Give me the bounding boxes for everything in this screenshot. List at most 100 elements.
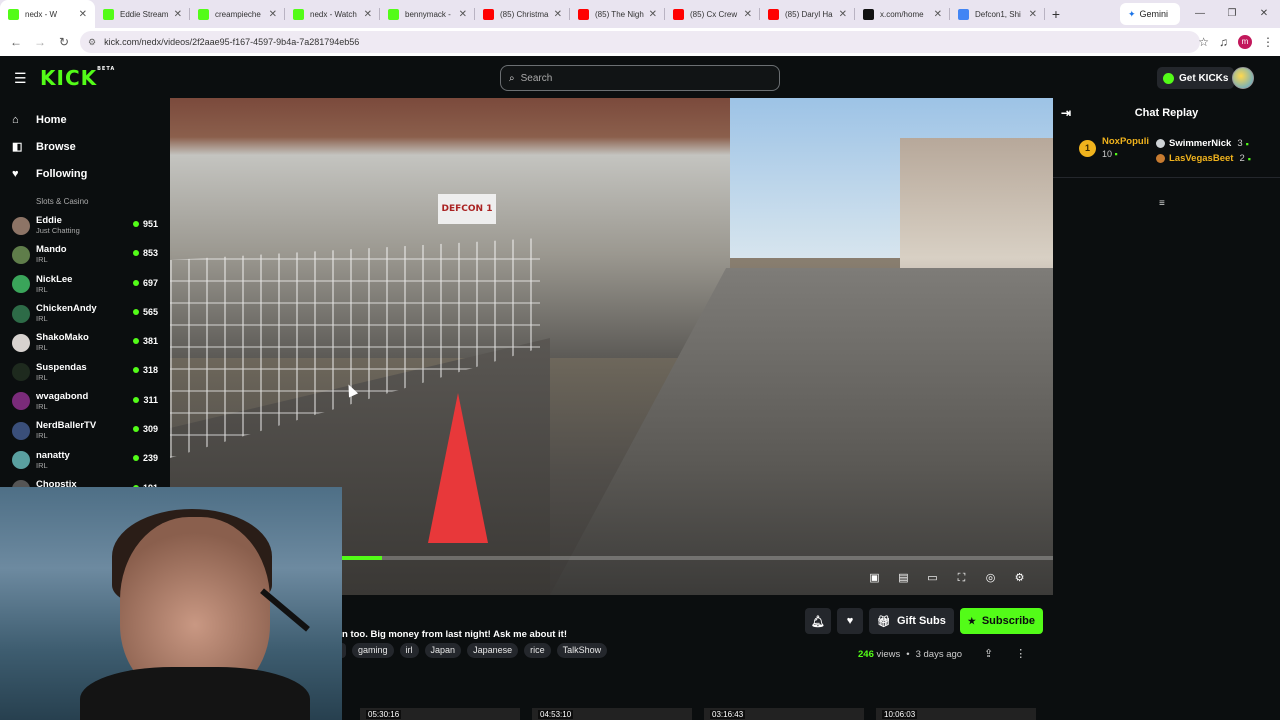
gift-subs-button[interactable]: 🎁︎ Gift Subs	[869, 608, 954, 634]
browser-tab[interactable]: Eddie Stream ✕	[95, 0, 190, 28]
browser-menu-icon[interactable]: ⋮	[1262, 35, 1274, 49]
close-tab-icon[interactable]: ✕	[839, 9, 847, 20]
minimize-icon[interactable]: —	[1184, 0, 1216, 28]
gift-icon: ▪	[1247, 153, 1251, 164]
expand-leaderboard-icon[interactable]: ≡	[1159, 198, 1165, 209]
media-controls-icon[interactable]: ♫	[1219, 35, 1228, 49]
browser-tab[interactable]: nedx - W ✕	[0, 0, 95, 28]
browser-tab[interactable]: (85) The Nigh ✕	[570, 0, 665, 28]
playback-speed-icon[interactable]: ◎	[982, 570, 999, 587]
close-tab-icon[interactable]: ✕	[1029, 9, 1037, 20]
tag-irl[interactable]: irl	[399, 643, 419, 658]
star-icon: ★	[967, 615, 976, 626]
related-video-thumbnail[interactable]: 05:30:16	[360, 708, 520, 720]
url-field[interactable]: ⚙ kick.com/nedx/videos/2f2aae95-f167-459…	[80, 31, 1200, 53]
close-tab-icon[interactable]: ✕	[934, 9, 942, 20]
new-tab-button[interactable]: +	[1045, 6, 1067, 22]
tag-japanese[interactable]: Japanese	[467, 643, 519, 658]
browser-tab[interactable]: (85) Christma ✕	[475, 0, 570, 28]
browser-tab[interactable]: (85) Daryl Ha ✕	[760, 0, 855, 28]
fullscreen-icon[interactable]: ⛶	[953, 570, 970, 587]
tag-gaming[interactable]: gaming	[352, 643, 394, 658]
user-avatar[interactable]	[1232, 67, 1254, 89]
close-tab-icon[interactable]: ✕	[364, 9, 372, 20]
browser-tab[interactable]: Defcon1, Shi ✕	[950, 0, 1045, 28]
subscribe-button[interactable]: ★ Subscribe	[959, 608, 1043, 634]
live-dot-icon	[132, 221, 139, 227]
sidebar-item-following[interactable]: ♥ Following	[0, 160, 170, 187]
browser-tab[interactable]: (85) Cx Crew ✕	[665, 0, 760, 28]
channel-item[interactable]: ChickenAndy IRL 565	[0, 299, 170, 328]
tag-rice[interactable]: rice	[524, 643, 551, 658]
close-tab-icon[interactable]: ✕	[79, 9, 87, 20]
leaderboard-row[interactable]: SwimmerNick 3 ▪	[1156, 136, 1251, 151]
video-duration: 05:30:16	[366, 710, 402, 719]
restore-icon[interactable]: ❐	[1216, 0, 1248, 28]
leaderboard-top[interactable]: NoxPopuli 10 ▪	[1102, 136, 1149, 159]
tag-partial[interactable]	[342, 643, 346, 658]
site-info-icon[interactable]: ⚙	[88, 37, 96, 48]
search-input[interactable]: ⌕ Search	[500, 65, 780, 91]
notify-button[interactable]: 🔔︎	[805, 608, 831, 634]
tag-japan[interactable]: Japan	[424, 643, 462, 658]
home-icon: ⌂	[12, 113, 19, 126]
close-tab-icon[interactable]: ✕	[554, 9, 562, 20]
collapse-chat-icon[interactable]: ⇥	[1061, 106, 1071, 120]
related-video-thumbnail[interactable]: 04:53:10	[532, 708, 692, 720]
menu-icon[interactable]: ☰	[14, 70, 28, 87]
gemini-tab[interactable]: ✦ Gemini	[1120, 3, 1180, 25]
more-options-icon[interactable]: ⋮	[1015, 647, 1026, 660]
reload-icon[interactable]: ↻	[52, 35, 76, 49]
browser-tab[interactable]: creampieche ✕	[190, 0, 285, 28]
follow-button[interactable]: ♥	[837, 608, 863, 634]
video-duration: 10:06:03	[882, 710, 918, 719]
related-video-thumbnail[interactable]: 10:06:03	[876, 708, 1036, 720]
channel-category: IRL	[36, 431, 48, 441]
channel-viewers: 311	[133, 395, 158, 405]
clip-icon[interactable]: ▤	[895, 570, 912, 587]
share-icon[interactable]: ⇪	[984, 647, 993, 660]
channel-item[interactable]: nanatty IRL 239	[0, 445, 170, 474]
back-icon[interactable]: ←	[4, 35, 28, 49]
settings-icon[interactable]: ⚙	[1011, 570, 1028, 587]
channel-item[interactable]: Suspendas IRL 318	[0, 357, 170, 386]
profile-avatar[interactable]: m	[1238, 35, 1252, 49]
channel-item[interactable]: ShakoMako IRL 381	[0, 328, 170, 357]
sidebar-item-home[interactable]: ⌂ Home	[0, 106, 170, 133]
channel-item[interactable]: Eddie Just Chatting 951	[0, 211, 170, 240]
browser-tab[interactable]: bennymack - ✕	[380, 0, 475, 28]
video-stats: 246 views • 3 days ago	[858, 649, 962, 660]
leaderboard-row[interactable]: LasVegasBeet 2 ▪	[1156, 151, 1251, 166]
related-video-thumbnail[interactable]: 03:16:43	[704, 708, 864, 720]
browser-tab[interactable]: nedx - Watch ✕	[285, 0, 380, 28]
forward-icon[interactable]: →	[28, 35, 52, 49]
tag-talkshow[interactable]: TalkShow	[556, 643, 608, 658]
sidebar-item-browse[interactable]: ◧ Browse	[0, 133, 170, 160]
channel-item[interactable]: Mando IRL 853	[0, 240, 170, 269]
theater-mode-icon[interactable]: ▭	[924, 570, 941, 587]
channel-item[interactable]: NickLee IRL 697	[0, 270, 170, 299]
chat-title: Chat Replay	[1134, 107, 1199, 119]
channel-item[interactable]: wvagabond IRL 311	[0, 387, 170, 416]
bookmark-star-icon[interactable]: ☆	[1198, 35, 1209, 49]
leader-name: LasVegasBeet	[1169, 153, 1234, 164]
close-tab-icon[interactable]: ✕	[174, 9, 182, 20]
close-tab-icon[interactable]: ✕	[269, 9, 277, 20]
miniplayer-icon[interactable]: ▣	[866, 570, 883, 587]
close-window-icon[interactable]: ✕	[1248, 0, 1280, 28]
close-tab-icon[interactable]: ✕	[649, 9, 657, 20]
close-tab-icon[interactable]: ✕	[744, 9, 752, 20]
video-progress-bar[interactable]	[342, 556, 1053, 560]
get-kicks-button[interactable]: Get KICKs	[1157, 67, 1235, 89]
close-tab-icon[interactable]: ✕	[459, 9, 467, 20]
tab-title: creampieche	[215, 9, 261, 19]
channel-item[interactable]: ChopstixIRL191	[0, 475, 170, 488]
video-frame-sign: DEFCON 1	[438, 194, 496, 224]
channel-item[interactable]: NerdBallerTV IRL 309	[0, 416, 170, 445]
tab-title: (85) The Nigh	[595, 9, 644, 19]
video-progress-fill	[342, 556, 382, 560]
kick-logo[interactable]: KICKBETA	[40, 66, 115, 90]
browser-tab[interactable]: x.com/home ✕	[855, 0, 950, 28]
live-dot-icon	[132, 367, 139, 374]
gemini-icon: ✦	[1128, 8, 1136, 19]
